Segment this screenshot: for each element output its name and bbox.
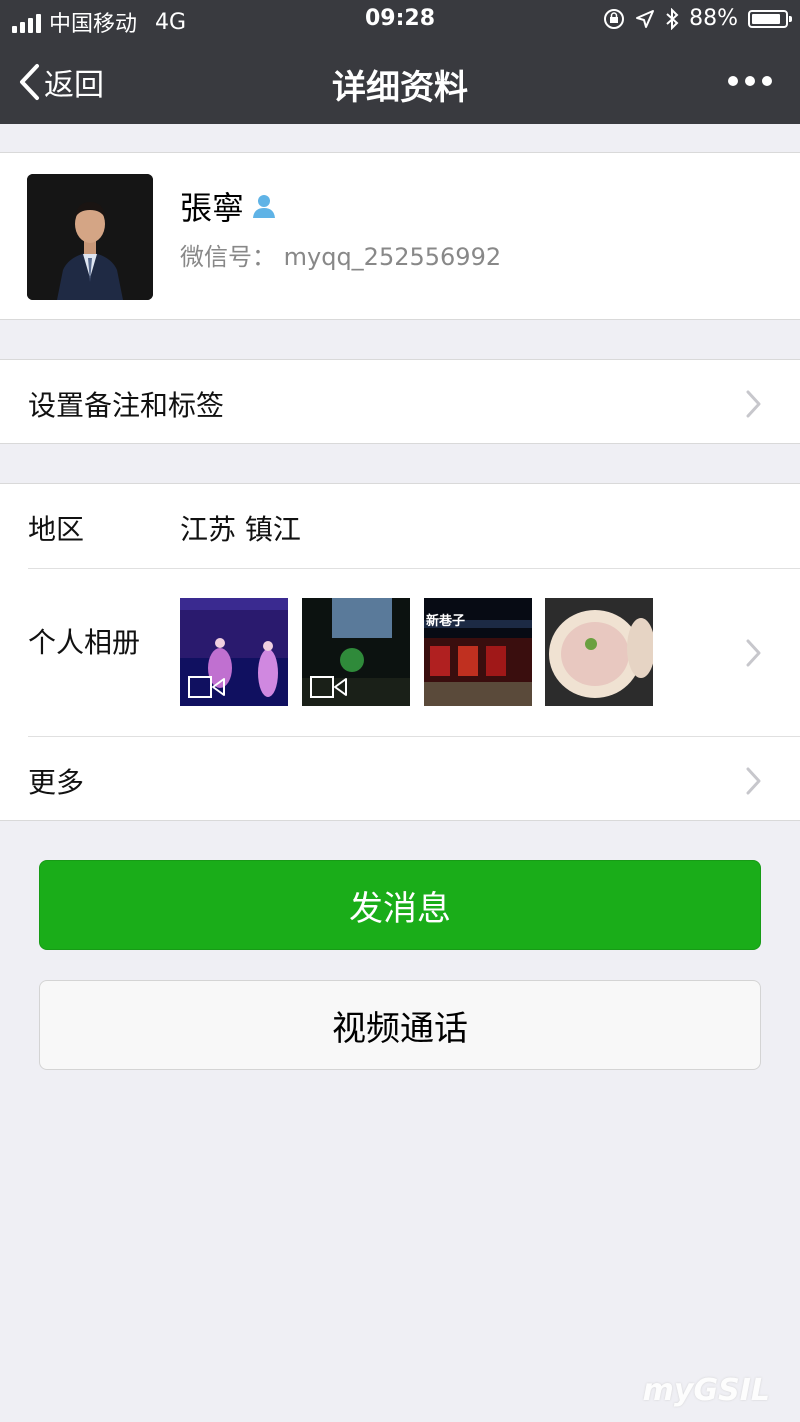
more-menu-icon[interactable] [728, 76, 772, 86]
chevron-right-icon [746, 639, 761, 667]
location-icon [636, 9, 655, 28]
user-badge-icon [253, 195, 276, 218]
profile-name: 張寧 [180, 183, 278, 229]
battery-percent: 88% [689, 6, 738, 31]
remark-tags-row[interactable]: 设置备注和标签 [0, 359, 800, 444]
battery-icon [748, 9, 792, 28]
video-call-button[interactable]: 视频通话 [39, 980, 761, 1070]
chevron-right-icon [746, 390, 761, 418]
bluetooth-icon [666, 7, 679, 30]
remark-label: 设置备注和标签 [28, 389, 225, 422]
status-bar: 中国移动 4G 09:28 88% [0, 0, 800, 40]
album-label: 个人相册 [28, 626, 141, 659]
more-row[interactable]: 更多 [0, 737, 800, 821]
region-value: 江苏 镇江 [180, 513, 301, 546]
more-label: 更多 [28, 766, 85, 799]
video-icon [188, 676, 225, 698]
rotation-lock-icon [604, 8, 625, 29]
nav-bar: 返回 详细资料 [0, 40, 800, 124]
album-photo [302, 598, 410, 706]
page-title: 详细资料 [332, 68, 468, 108]
album-photo-caption: 新巷子 [426, 614, 466, 629]
watermark-logo: myGSIL [642, 1373, 770, 1408]
profile-card: 張寧 微信号： myqq_252556992 [0, 152, 800, 320]
album-photo [180, 598, 288, 706]
chevron-right-icon [746, 767, 761, 795]
video-icon [310, 676, 347, 698]
info-card: 地区 江苏 镇江 个人相册 新巷子 更多 [0, 483, 800, 821]
album-photo: 新巷子 [424, 598, 532, 706]
region-label: 地区 [28, 513, 85, 546]
avatar[interactable] [27, 174, 153, 300]
send-message-button[interactable]: 发消息 [39, 860, 761, 950]
wechat-id: 微信号： myqq_252556992 [180, 243, 502, 271]
profile-name-text: 張寧 [180, 189, 245, 227]
album-photo [545, 598, 653, 706]
